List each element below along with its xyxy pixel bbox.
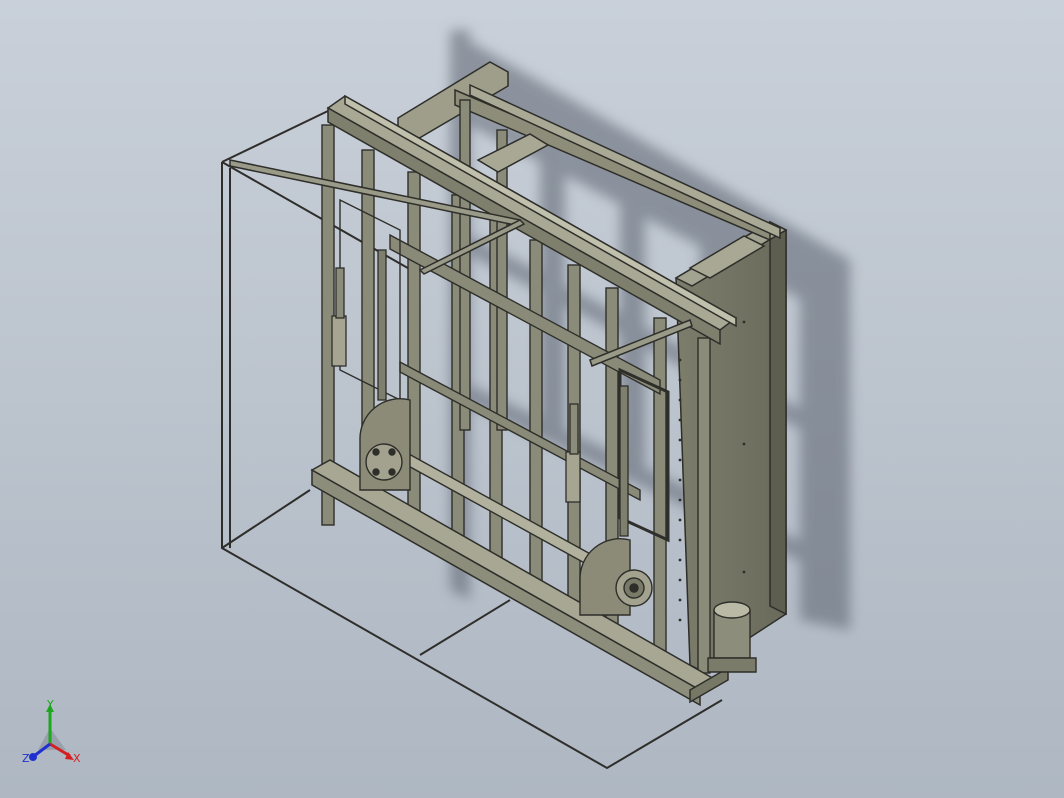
z-arrow-icon bbox=[29, 753, 37, 761]
cad-model-view[interactable] bbox=[0, 0, 1064, 798]
y-axis-label: Y bbox=[46, 700, 54, 711]
graphics-viewport[interactable]: Y X Z bbox=[0, 0, 1064, 798]
right-gear-plate bbox=[579, 538, 653, 616]
z-axis-label: Z bbox=[22, 752, 30, 765]
x-axis-label: X bbox=[73, 752, 81, 765]
motor bbox=[707, 601, 757, 673]
orientation-triad[interactable]: Y X Z bbox=[18, 700, 88, 770]
